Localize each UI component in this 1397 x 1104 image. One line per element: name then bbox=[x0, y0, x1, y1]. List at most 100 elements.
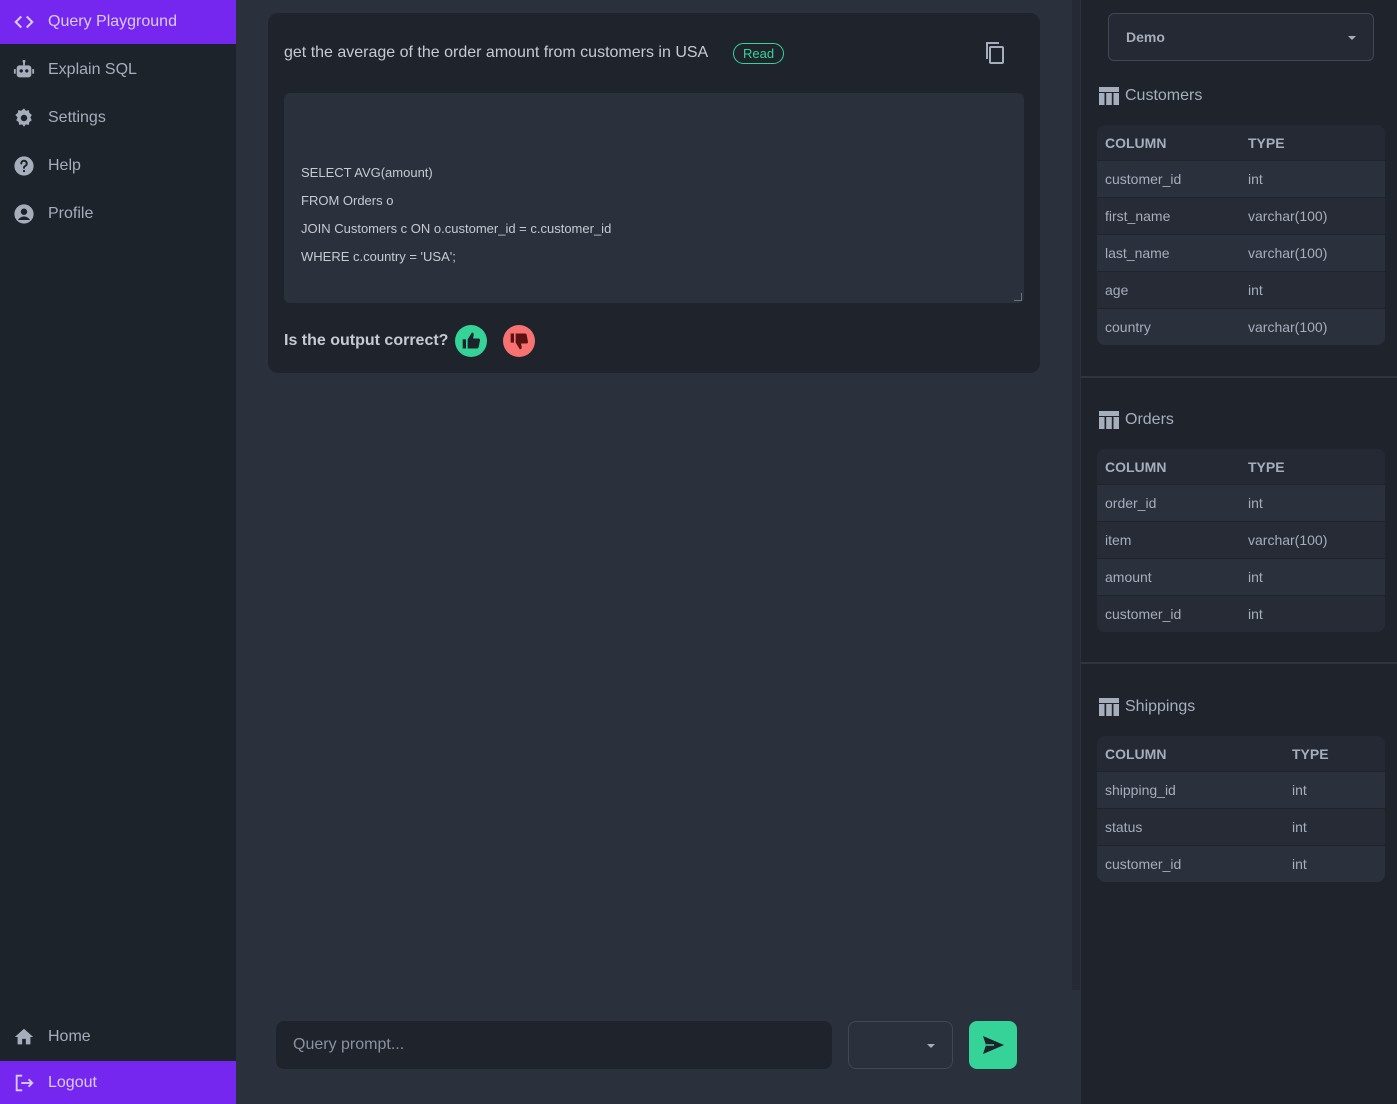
home-icon bbox=[13, 1026, 35, 1048]
table-row: order_id int bbox=[1097, 484, 1385, 521]
table-cell: first_name bbox=[1105, 208, 1171, 224]
table-cell: int bbox=[1248, 606, 1263, 622]
table-cell: shipping_id bbox=[1105, 782, 1176, 798]
table-row: country varchar(100) bbox=[1097, 308, 1385, 345]
database-select[interactable]: Demo bbox=[1108, 13, 1374, 61]
robot-icon bbox=[13, 59, 35, 81]
nav-label: Settings bbox=[48, 109, 106, 126]
table-name: Customers bbox=[1125, 87, 1203, 104]
query-mode-select[interactable] bbox=[848, 1021, 953, 1069]
help-circle-icon bbox=[13, 155, 35, 177]
nav-logout[interactable]: Logout bbox=[0, 1061, 236, 1104]
table-row: age int bbox=[1097, 271, 1385, 308]
table-title-orders: Orders bbox=[1099, 410, 1174, 430]
chevron-down-icon bbox=[1348, 36, 1356, 40]
sql-output-textarea[interactable]: SELECT AVG(amount) FROM Orders o JOIN Cu… bbox=[284, 93, 1024, 303]
code-brackets-icon bbox=[13, 11, 35, 33]
table-row: customer_id int bbox=[1097, 160, 1385, 197]
column-header: COLUMN bbox=[1105, 458, 1167, 475]
nav-home[interactable]: Home bbox=[0, 1015, 236, 1059]
nav-explain-sql[interactable]: Explain SQL bbox=[0, 48, 236, 92]
table-cell: int bbox=[1248, 171, 1263, 187]
column-header: COLUMN bbox=[1105, 134, 1167, 151]
copy-icon[interactable] bbox=[983, 40, 1007, 66]
table-customers: COLUMN TYPE customer_id int first_name var… bbox=[1097, 125, 1385, 345]
table-cell: varchar(100) bbox=[1248, 208, 1328, 224]
table-cell: int bbox=[1248, 282, 1263, 298]
sql-line: JOIN Customers c ON o.customer_id = c.cu… bbox=[301, 221, 612, 236]
table-orders: COLUMN TYPE order_id int item varchar(100)… bbox=[1097, 449, 1385, 632]
thumbs-down-button[interactable] bbox=[503, 325, 535, 357]
send-icon bbox=[983, 1036, 1004, 1054]
table-cell: last_name bbox=[1105, 245, 1170, 261]
table-cell: int bbox=[1248, 495, 1263, 511]
divider bbox=[1081, 376, 1397, 378]
schema-panel: Demo Customers COLUMN TYPE customer_idin… bbox=[1081, 0, 1397, 1104]
table-title-shippings: Shippings bbox=[1099, 697, 1195, 717]
send-button[interactable] bbox=[969, 1021, 1017, 1069]
logout-icon bbox=[13, 1072, 35, 1094]
table-cell: varchar(100) bbox=[1248, 319, 1328, 335]
nav-label: Logout bbox=[48, 1074, 97, 1091]
table-row: item varchar(100) bbox=[1097, 521, 1385, 558]
thumbs-up-button[interactable] bbox=[455, 325, 487, 357]
table-cell: customer_id bbox=[1105, 856, 1182, 872]
nav-profile[interactable]: Profile bbox=[0, 192, 236, 236]
sql-line: WHERE c.country = 'USA'; bbox=[301, 249, 456, 264]
table-icon bbox=[1099, 698, 1119, 716]
table-icon bbox=[1099, 87, 1119, 105]
nav-label: Profile bbox=[48, 205, 94, 222]
feedback-question: Is the output correct? bbox=[284, 332, 449, 349]
table-cell: order_id bbox=[1105, 495, 1157, 511]
table-cell: customer_id bbox=[1105, 171, 1182, 187]
table-name: Orders bbox=[1125, 411, 1174, 428]
query-prompt-input[interactable] bbox=[276, 1021, 832, 1069]
nav-help[interactable]: Help bbox=[0, 144, 236, 188]
table-header: COLUMN TYPE bbox=[1097, 449, 1385, 484]
table-row: shipping_id int bbox=[1097, 771, 1385, 808]
database-select-value: Demo bbox=[1126, 29, 1165, 45]
nav-label: Query Playground bbox=[48, 13, 177, 30]
table-title-customers: Customers bbox=[1099, 86, 1202, 106]
table-row: customer_id int bbox=[1097, 845, 1385, 882]
nav-query-playground[interactable]: Query Playground bbox=[0, 0, 236, 44]
table-cell: amount bbox=[1105, 569, 1152, 585]
table-cell: int bbox=[1292, 782, 1307, 798]
table-row: last_name varchar(100) bbox=[1097, 234, 1385, 271]
table-cell: country bbox=[1105, 319, 1151, 335]
table-name: Shippings bbox=[1125, 698, 1196, 715]
table-header: COLUMN TYPE bbox=[1097, 736, 1385, 771]
nav-label: Home bbox=[48, 1028, 91, 1045]
table-icon bbox=[1099, 411, 1119, 429]
chevron-down-icon bbox=[927, 1044, 935, 1048]
thumbs-up-icon bbox=[462, 332, 481, 349]
sql-line: FROM Orders o bbox=[301, 193, 394, 208]
table-cell: item bbox=[1105, 532, 1132, 548]
table-cell: varchar(100) bbox=[1248, 532, 1328, 548]
table-cell: int bbox=[1292, 856, 1307, 872]
table-row: status int bbox=[1097, 808, 1385, 845]
table-cell: status bbox=[1105, 819, 1143, 835]
nav-settings[interactable]: Settings bbox=[0, 96, 236, 140]
gear-icon bbox=[13, 107, 35, 129]
user-prompt-text: get the average of the order amount from… bbox=[284, 44, 709, 61]
resize-handle[interactable] bbox=[1014, 293, 1022, 301]
table-row: amount int bbox=[1097, 558, 1385, 595]
nav-label: Explain SQL bbox=[48, 61, 137, 78]
user-circle-icon bbox=[13, 203, 35, 225]
type-header: TYPE bbox=[1292, 745, 1329, 762]
table-cell: varchar(100) bbox=[1248, 245, 1328, 261]
divider bbox=[1081, 662, 1397, 664]
thumbs-down-icon bbox=[510, 333, 529, 350]
column-header: COLUMN bbox=[1105, 745, 1167, 762]
table-cell: int bbox=[1292, 819, 1307, 835]
chat-scrollbar[interactable] bbox=[1072, 0, 1080, 990]
table-row: customer_id int bbox=[1097, 595, 1385, 632]
query-result-card: get the average of the order amount from… bbox=[268, 13, 1040, 373]
sidebar: Query Playground Explain SQL Settings He… bbox=[0, 0, 236, 1104]
type-header: TYPE bbox=[1248, 134, 1285, 151]
table-cell: customer_id bbox=[1105, 606, 1182, 622]
table-header: COLUMN TYPE bbox=[1097, 125, 1385, 160]
table-cell: age bbox=[1105, 282, 1129, 298]
nav-label: Help bbox=[48, 157, 81, 174]
